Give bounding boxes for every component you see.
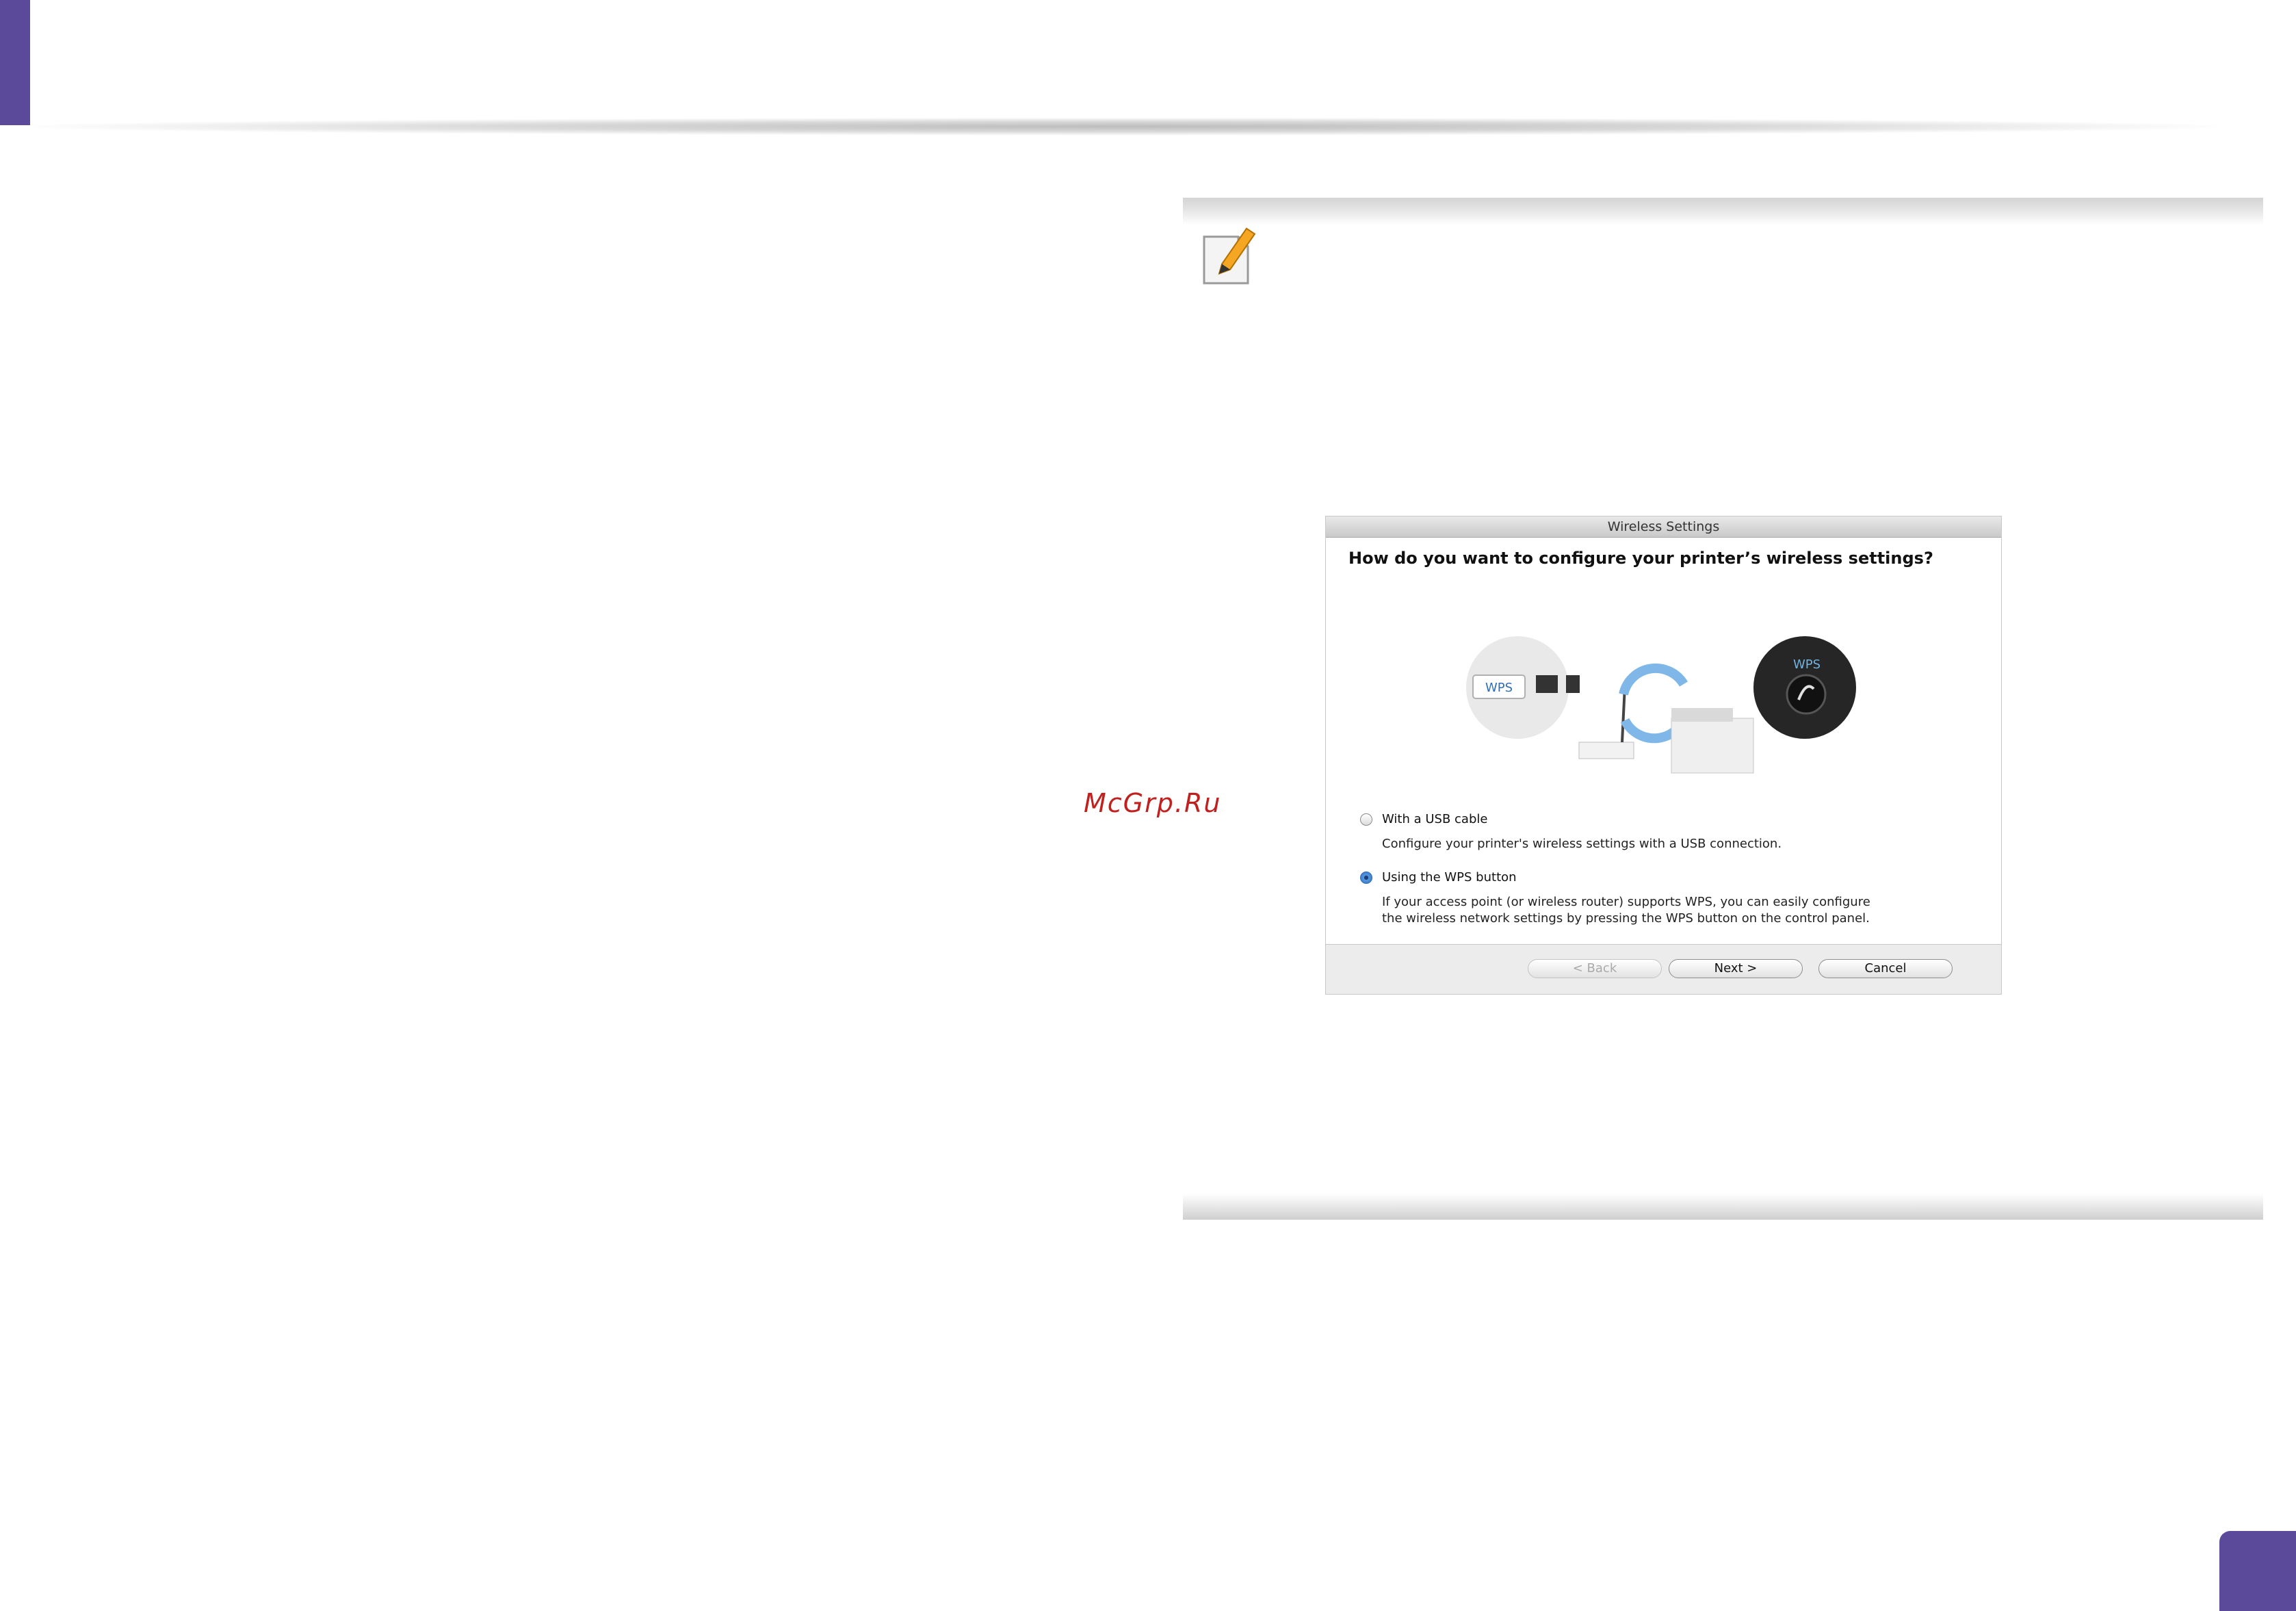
wps-setup-illustration: WPS WPS xyxy=(1462,633,1860,774)
dialog-title: Wireless Settings xyxy=(1326,516,2001,538)
wireless-settings-dialog: Wireless Settings How do you want to con… xyxy=(1325,516,2002,995)
header-divider xyxy=(30,118,2219,135)
usb-radio[interactable] xyxy=(1360,813,1372,826)
option-usb-label: With a USB cable xyxy=(1382,812,1488,826)
option-usb-description: Configure your printer's wireless settin… xyxy=(1382,837,1782,851)
note-bottom-bar xyxy=(1183,1194,2263,1220)
watermark: McGrp.Ru xyxy=(1084,788,1222,818)
back-button[interactable]: < Back xyxy=(1528,959,1662,978)
option-wps-label: Using the WPS button xyxy=(1382,870,1517,885)
next-button[interactable]: Next > xyxy=(1669,959,1803,978)
note-top-bar xyxy=(1183,198,2263,225)
wps-tag-text: WPS xyxy=(1485,681,1513,695)
option-wps-description: If your access point (or wireless router… xyxy=(1382,894,1870,927)
option-wps-description-line-1: If your access point (or wireless router… xyxy=(1382,895,1870,909)
option-wps-description-line-2: the wireless network settings by pressin… xyxy=(1382,911,1870,926)
cancel-button[interactable]: Cancel xyxy=(1818,959,1953,978)
wps-radio[interactable] xyxy=(1360,872,1372,884)
wps-button-label: WPS xyxy=(1793,657,1821,672)
option-usb-cable[interactable]: With a USB cable Configure your printer'… xyxy=(1360,812,1782,852)
note-pencil-icon xyxy=(1203,227,1256,285)
chapter-tab xyxy=(0,0,30,125)
dialog-footer: < Back Next > Cancel xyxy=(1326,944,2001,994)
dialog-question: How do you want to configure your printe… xyxy=(1348,549,1933,568)
page-number-badge xyxy=(2219,1531,2296,1611)
option-wps-button[interactable]: Using the WPS button If your access poin… xyxy=(1360,870,1870,927)
